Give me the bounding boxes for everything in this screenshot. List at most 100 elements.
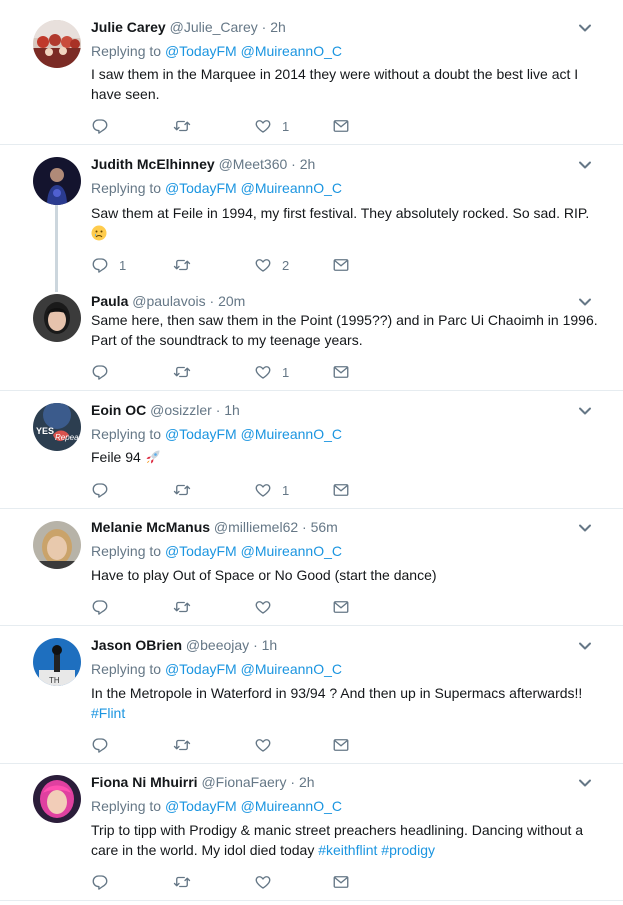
like-button[interactable]: 1: [254, 116, 289, 136]
direct-message-button[interactable]: [332, 362, 350, 382]
display-name[interactable]: Paula: [91, 293, 128, 309]
reply-button[interactable]: [91, 116, 109, 136]
user-handle[interactable]: @FionaFaery: [201, 774, 286, 790]
retweet-button[interactable]: [173, 597, 191, 617]
avatar[interactable]: [33, 294, 81, 342]
display-name[interactable]: Melanie McManus: [91, 519, 210, 535]
timestamp[interactable]: 2h: [300, 156, 316, 172]
timestamp[interactable]: 2h: [299, 774, 315, 790]
envelope-icon: [332, 117, 350, 135]
display-name[interactable]: Fiona Ni Mhuirri: [91, 774, 198, 790]
reply-button[interactable]: [91, 362, 109, 382]
replying-to-label: Replying to: [91, 798, 162, 814]
retweet-button[interactable]: [173, 735, 191, 755]
thread-connector: [55, 205, 58, 292]
avatar[interactable]: TH: [33, 638, 81, 686]
reply-icon: [91, 117, 109, 135]
mention-link[interactable]: @MuireannO_C: [241, 43, 342, 59]
like-button[interactable]: [254, 735, 272, 755]
user-handle[interactable]: @milliemel62: [214, 519, 298, 535]
retweet-button[interactable]: [173, 255, 191, 275]
chevron-down-icon[interactable]: [576, 19, 594, 37]
reply-button[interactable]: [91, 480, 109, 500]
reply-button[interactable]: [91, 735, 109, 755]
avatar[interactable]: YES Repeal: [33, 403, 81, 451]
retweet-button[interactable]: [173, 362, 191, 382]
mention-link[interactable]: @TodayFM: [165, 661, 237, 677]
chevron-down-icon[interactable]: [576, 774, 594, 792]
display-name[interactable]: Julie Carey: [91, 19, 166, 35]
crying-face-emoji-icon: [91, 225, 107, 241]
direct-message-button[interactable]: [332, 872, 350, 892]
mention-link[interactable]: @MuireannO_C: [241, 661, 342, 677]
display-name[interactable]: Jason OBrien: [91, 637, 182, 653]
envelope-icon: [332, 481, 350, 499]
chevron-down-icon[interactable]: [576, 519, 594, 537]
timestamp[interactable]: 2h: [270, 19, 286, 35]
retweet-icon: [173, 598, 191, 616]
reply-button[interactable]: [91, 597, 109, 617]
timestamp[interactable]: 1h: [224, 402, 240, 418]
mention-link[interactable]: @MuireannO_C: [241, 543, 342, 559]
retweet-icon: [173, 256, 191, 274]
mention-link[interactable]: @TodayFM: [165, 426, 237, 442]
retweet-button[interactable]: [173, 872, 191, 892]
tweet-header: Judith McElhinney @Meet360 · 2h: [91, 155, 315, 173]
like-button[interactable]: [254, 872, 272, 892]
avatar[interactable]: [33, 20, 81, 68]
reply-button[interactable]: [91, 872, 109, 892]
retweet-button[interactable]: [173, 116, 191, 136]
replying-to-label: Replying to: [91, 426, 162, 442]
like-button[interactable]: [254, 597, 272, 617]
separator-dot: ·: [215, 402, 221, 418]
timestamp[interactable]: 1h: [262, 637, 278, 653]
direct-message-button[interactable]: [332, 735, 350, 755]
direct-message-button[interactable]: [332, 255, 350, 275]
reply-icon: [91, 363, 109, 381]
heart-icon: [254, 117, 272, 135]
avatar[interactable]: [33, 157, 81, 205]
hashtag-link[interactable]: #prodigy: [381, 842, 435, 858]
user-handle[interactable]: @beeojay: [186, 637, 249, 653]
user-handle[interactable]: @Meet360: [219, 156, 288, 172]
chevron-down-icon[interactable]: [576, 637, 594, 655]
tweet-divider: [0, 763, 623, 764]
rocket-emoji-icon: [145, 449, 161, 465]
user-handle[interactable]: @Julie_Carey: [170, 19, 258, 35]
chevron-down-icon[interactable]: [576, 293, 594, 311]
mention-link[interactable]: @TodayFM: [165, 798, 237, 814]
tweet-actions: 1: [91, 480, 371, 500]
avatar[interactable]: [33, 775, 81, 823]
mention-link[interactable]: @MuireannO_C: [241, 180, 342, 196]
reply-icon: [91, 256, 109, 274]
timestamp[interactable]: 20m: [218, 293, 245, 309]
direct-message-button[interactable]: [332, 597, 350, 617]
direct-message-button[interactable]: [332, 116, 350, 136]
like-button[interactable]: 2: [254, 255, 289, 275]
chevron-down-icon[interactable]: [576, 156, 594, 174]
like-count: 1: [282, 364, 290, 380]
hashtag-link[interactable]: #Flint: [91, 705, 125, 721]
avatar[interactable]: [33, 521, 81, 569]
timestamp[interactable]: 56m: [311, 519, 338, 535]
user-handle[interactable]: @paulavois: [132, 293, 205, 309]
direct-message-button[interactable]: [332, 480, 350, 500]
mention-link[interactable]: @TodayFM: [165, 43, 237, 59]
mention-link[interactable]: @TodayFM: [165, 543, 237, 559]
retweet-icon: [173, 736, 191, 754]
display-name[interactable]: Eoin OC: [91, 402, 146, 418]
reply-button[interactable]: 1: [91, 255, 126, 275]
envelope-icon: [332, 736, 350, 754]
mention-link[interactable]: @MuireannO_C: [241, 798, 342, 814]
chevron-down-icon[interactable]: [576, 402, 594, 420]
replying-to-label: Replying to: [91, 543, 162, 559]
hashtag-link[interactable]: #keithflint: [318, 842, 377, 858]
user-handle[interactable]: @osizzler: [150, 402, 212, 418]
display-name[interactable]: Judith McElhinney: [91, 156, 215, 172]
like-button[interactable]: 1: [254, 362, 289, 382]
mention-link[interactable]: @MuireannO_C: [241, 426, 342, 442]
mention-link[interactable]: @TodayFM: [165, 180, 237, 196]
like-button[interactable]: 1: [254, 480, 289, 500]
envelope-icon: [332, 363, 350, 381]
retweet-button[interactable]: [173, 480, 191, 500]
